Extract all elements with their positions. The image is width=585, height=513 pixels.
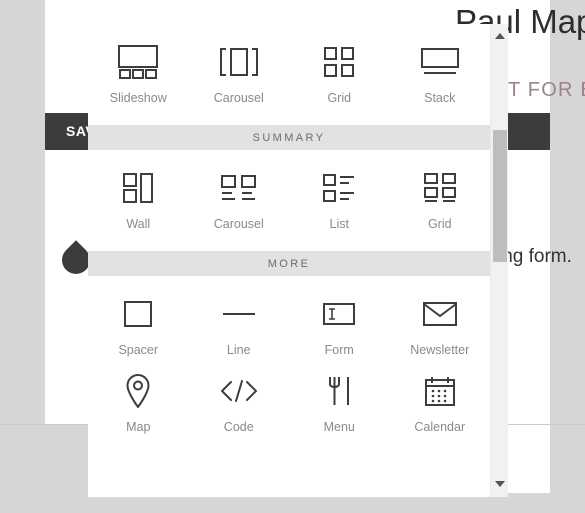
- block-item-label: Calendar: [414, 420, 466, 434]
- background-body-text: ing form.: [498, 246, 572, 267]
- carousel-icon: [219, 42, 259, 82]
- section-header-more: MORE: [88, 251, 490, 276]
- block-item-label: Carousel: [213, 217, 264, 231]
- block-item-label: Form: [324, 343, 354, 357]
- block-item-label: Code: [223, 420, 254, 434]
- scroll-up-arrow[interactable]: [491, 27, 508, 44]
- block-item-menu-2[interactable]: Menu: [289, 363, 390, 440]
- scroll-thumb[interactable]: [493, 130, 507, 262]
- page-subtitle: T FOR E: [508, 79, 585, 101]
- block-item-newsletter-2[interactable]: Newsletter: [390, 286, 491, 363]
- block-item-label: Slideshow: [109, 91, 167, 105]
- block-grid: Slideshow Carousel Grid Stack: [88, 24, 490, 125]
- block-item-line-2[interactable]: Line: [189, 286, 290, 363]
- block-item-label: Menu: [323, 420, 355, 434]
- block-item-map-2[interactable]: Map: [88, 363, 189, 440]
- block-item-label: Newsletter: [410, 343, 470, 357]
- block-item-label: Grid: [327, 91, 352, 105]
- grid-icon: [324, 42, 355, 82]
- block-item-label: Map: [126, 420, 151, 434]
- block-item-grid-0[interactable]: Grid: [289, 34, 390, 111]
- block-picker-scroll-content: Slideshow Carousel Grid Stack SUMMARY Wall Car…: [88, 24, 490, 454]
- section-header-summary: SUMMARY: [88, 125, 490, 150]
- block-item-label: Grid: [427, 217, 452, 231]
- block-item-carousel-1[interactable]: Carousel: [189, 160, 290, 237]
- block-item-calendar-2[interactable]: Calendar: [390, 363, 491, 440]
- block-picker-modal: Slideshow Carousel Grid Stack SUMMARY Wall Car…: [88, 24, 508, 497]
- block-item-code-2[interactable]: Code: [189, 363, 290, 440]
- summary-carousel-icon: [220, 168, 257, 208]
- block-item-carousel-0[interactable]: Carousel: [189, 34, 290, 111]
- summary-wall-icon: [123, 168, 154, 208]
- form-icon: [323, 294, 356, 334]
- line-icon: [222, 294, 256, 334]
- summary-grid-icon: [423, 168, 456, 208]
- block-item-label: Spacer: [118, 343, 159, 357]
- block-item-grid-1[interactable]: Grid: [390, 160, 491, 237]
- spacer-icon: [124, 294, 153, 334]
- slideshow-icon: [116, 42, 160, 82]
- summary-list-icon: [323, 168, 355, 208]
- block-item-label: List: [329, 217, 349, 231]
- block-grid: Spacer Line Form Newsletter Map Code Menu Calen…: [88, 276, 490, 454]
- block-item-spacer-2[interactable]: Spacer: [88, 286, 189, 363]
- code-icon: [220, 371, 258, 411]
- block-item-label: Line: [226, 343, 251, 357]
- block-item-wall-1[interactable]: Wall: [88, 160, 189, 237]
- map-pin-icon: [126, 371, 150, 411]
- calendar-icon: [424, 371, 455, 411]
- block-item-label: Wall: [126, 217, 151, 231]
- block-item-label: Carousel: [213, 91, 264, 105]
- block-item-stack-0[interactable]: Stack: [390, 34, 491, 111]
- block-item-slideshow-0[interactable]: Slideshow: [88, 34, 189, 111]
- block-picker-scrollbar[interactable]: [490, 24, 508, 497]
- scroll-down-arrow[interactable]: [491, 475, 508, 492]
- newsletter-icon: [422, 294, 457, 334]
- block-item-list-1[interactable]: List: [289, 160, 390, 237]
- block-grid: Wall Carousel List Grid: [88, 150, 490, 251]
- restaurant-menu-icon: [326, 371, 352, 411]
- stack-icon: [420, 42, 459, 82]
- block-item-label: Stack: [424, 91, 456, 105]
- block-item-form-2[interactable]: Form: [289, 286, 390, 363]
- block-picker-viewport: Slideshow Carousel Grid Stack SUMMARY Wall Car…: [88, 24, 490, 497]
